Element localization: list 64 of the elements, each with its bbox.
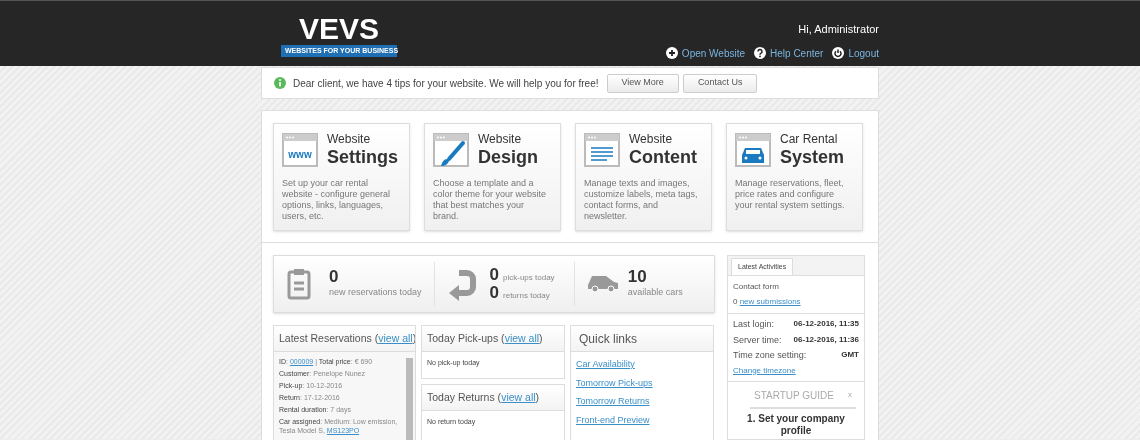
stat-number: 0 <box>329 268 340 287</box>
module-card[interactable]: www Website Settings Set up your car rental website - configure general options, links, languages, users, etc. <box>273 123 410 231</box>
info-value: 06-12-2016, 11:35 <box>793 318 859 330</box>
card-description: Manage reservations, fleet, price rates and configure your rental system settings. <box>735 178 846 211</box>
quick-link[interactable]: Tomorrow Pick-ups <box>576 376 708 390</box>
panel-title: Today Returns (view all) <box>427 389 540 405</box>
stat-label: new reservations today <box>329 286 422 300</box>
guide-title: STARTUP GUIDE <box>754 388 834 403</box>
help-icon <box>754 47 767 59</box>
module-card[interactable]: Website Design Choose a template and a color theme for your website that best matches your brand. <box>424 123 561 231</box>
panel-title: Quick links <box>579 330 637 348</box>
card-description: Manage texts and images, customize labels, meta tags, contact forms, and newsletter. <box>584 178 699 222</box>
header-link[interactable]: Open Website <box>665 45 746 61</box>
stat-number: 0 <box>489 266 500 284</box>
info-label: Last login: <box>733 318 775 331</box>
stat-label: returns today <box>503 290 550 302</box>
greeting: Hi, Administrator <box>798 22 879 37</box>
stat-number: 10 <box>627 268 648 287</box>
quick-link[interactable]: Car Availability <box>576 358 708 372</box>
card-title: Settings <box>327 148 398 166</box>
car-icon <box>586 275 619 293</box>
card-title: Content <box>629 148 697 166</box>
info-label: Server time: <box>733 333 782 347</box>
info-value: 06-12-2016, 11:36 <box>793 333 859 346</box>
contact-form-label: Contact form <box>733 281 780 293</box>
guide-step: 1. Set your company profile <box>736 408 856 437</box>
stat-number: 0 <box>489 284 500 302</box>
view-all-link[interactable]: view all <box>501 390 536 403</box>
header-link[interactable]: Help Center <box>754 45 824 61</box>
card-subtitle: Car Rental <box>780 133 839 145</box>
submissions-text: 0 new submissions <box>733 296 802 308</box>
card-subtitle: Website <box>629 133 674 145</box>
power-icon <box>832 47 845 59</box>
info-value: GMT <box>841 349 859 361</box>
card-title: System <box>780 148 845 166</box>
panel-title: Today Pick-ups (view all) <box>427 330 543 346</box>
change-timezone-link[interactable]: Change timezone <box>733 364 859 377</box>
card-subtitle: Website <box>327 133 372 145</box>
quick-link[interactable]: Front-end Preview <box>576 413 708 427</box>
close-button[interactable]: x <box>848 389 852 401</box>
card-description: Set up your car rental website - configure general options, links, languages, users, etc. <box>282 178 392 222</box>
tip-button[interactable]: View More <box>606 73 679 93</box>
info-icon <box>274 77 286 89</box>
browser-www-icon: www <box>282 133 318 167</box>
plus-icon <box>665 47 678 59</box>
info-label: Time zone setting: <box>733 349 807 362</box>
header-link[interactable]: Logout <box>832 45 879 61</box>
card-description: Choose a template and a color theme for your website that best matches your brand. <box>433 178 548 222</box>
view-all-link[interactable]: view all <box>378 331 413 344</box>
browser-car-icon <box>735 133 771 167</box>
card-title: Design <box>478 148 538 166</box>
tip-button[interactable]: Contact Us <box>682 73 758 93</box>
module-card[interactable]: Website Content Manage texts and images, customize labels, meta tags, contact forms, and newsletter. <box>575 123 712 231</box>
quick-link[interactable]: Tomorrow Returns <box>576 395 708 409</box>
stat-label: pick-ups today <box>503 272 555 284</box>
browser-brush-icon <box>433 133 469 167</box>
scrollbar[interactable] <box>406 358 413 440</box>
tip-message: Dear client, we have 4 tips for your website. We will help you for free! <box>293 76 599 91</box>
card-subtitle: Website <box>478 133 523 145</box>
browser-document-icon <box>584 133 620 167</box>
submissions-link[interactable]: new submissions <box>739 297 801 306</box>
module-card[interactable]: Car Rental System Manage reservations, fleet, price rates and configure your rental system settings. <box>726 123 863 231</box>
stat-label: available cars <box>627 286 683 300</box>
panel-title: Latest Reservations (view all) <box>279 330 415 346</box>
